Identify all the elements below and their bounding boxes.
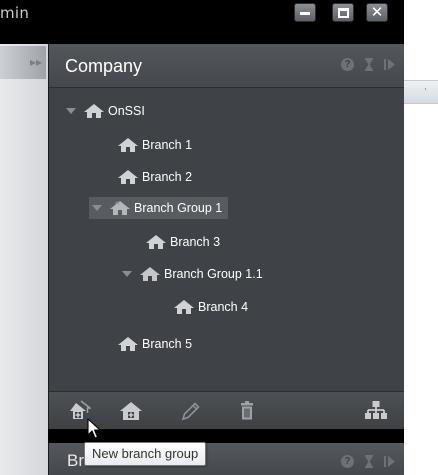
tree-node-branch-5[interactable]: Branch 5 bbox=[117, 333, 192, 355]
company-tree: OnSSI Branch 1 Branch 2 Branch Group 1 B… bbox=[49, 88, 404, 391]
tree-node-label: Branch 5 bbox=[142, 337, 193, 351]
branch-group-icon bbox=[140, 267, 160, 281]
collapse-arrow-icon[interactable] bbox=[121, 269, 133, 279]
tree-node-label: Branch 4 bbox=[198, 300, 249, 314]
minimize-icon bbox=[300, 12, 310, 15]
home-icon bbox=[118, 170, 138, 184]
maximize-button[interactable] bbox=[332, 3, 354, 22]
pin-icon[interactable] bbox=[384, 58, 396, 71]
collapse-arrow-icon[interactable] bbox=[91, 203, 103, 213]
background-panel-tab[interactable]: ▸▸ bbox=[0, 46, 46, 79]
tree-node-branch-1[interactable]: Branch 1 bbox=[117, 134, 192, 156]
tree-node-label: OnSSI bbox=[108, 104, 145, 118]
tree-node-label: Branch Group 1.1 bbox=[164, 267, 263, 281]
help-icon[interactable]: ? bbox=[341, 58, 354, 71]
expand-arrows-icon: ▸▸ bbox=[29, 55, 42, 69]
maximize-icon bbox=[338, 8, 349, 18]
panel-title: Company bbox=[65, 56, 143, 76]
background-app-right bbox=[404, 0, 438, 475]
hourglass-icon[interactable] bbox=[364, 455, 374, 468]
new-branch-icon[interactable] bbox=[119, 400, 143, 422]
collapse-arrow-icon[interactable] bbox=[65, 106, 77, 116]
tree-node-label: Branch 1 bbox=[142, 138, 193, 152]
tree-node-branch-group-1[interactable]: Branch Group 1 bbox=[89, 197, 229, 219]
home-icon bbox=[118, 337, 138, 351]
window-title: min bbox=[0, 4, 30, 22]
pin-icon[interactable] bbox=[384, 455, 396, 468]
close-icon: ✕ bbox=[370, 3, 384, 21]
tree-node-branch-2[interactable]: Branch 2 bbox=[117, 166, 192, 188]
trash-icon[interactable] bbox=[235, 400, 259, 422]
tree-node-branch-group-1-1[interactable]: Branch Group 1.1 bbox=[121, 263, 263, 285]
window-titlebar: min ✕ bbox=[0, 0, 404, 44]
tree-node-branch-4[interactable]: Branch 4 bbox=[173, 296, 248, 318]
minimize-button[interactable] bbox=[294, 3, 316, 22]
panel-toolbar bbox=[49, 391, 404, 429]
company-panel: Company ? OnSSI Branch 1 Branch 2 Branch… bbox=[48, 44, 404, 429]
tree-node-label: Branch 3 bbox=[170, 235, 221, 249]
hierarchy-icon[interactable] bbox=[364, 400, 388, 422]
tree-node-branch-3[interactable]: Branch 3 bbox=[145, 231, 220, 253]
panel-divider bbox=[48, 429, 404, 443]
tooltip: New branch group bbox=[84, 442, 207, 466]
home-icon bbox=[118, 138, 138, 152]
home-icon bbox=[146, 235, 166, 249]
background-ribbon: · bbox=[404, 80, 438, 104]
dot-mark: · bbox=[424, 85, 427, 95]
home-icon bbox=[84, 104, 104, 118]
panel-header: Company ? bbox=[49, 44, 404, 88]
help-icon[interactable]: ? bbox=[341, 455, 354, 468]
tree-node-label: Branch Group 1 bbox=[134, 201, 223, 215]
home-icon bbox=[174, 300, 194, 314]
tree-node-label: Branch 2 bbox=[142, 170, 193, 184]
tree-node-onssi[interactable]: OnSSI bbox=[65, 100, 145, 122]
pencil-icon[interactable] bbox=[179, 400, 203, 422]
branch-group-icon bbox=[110, 201, 130, 215]
close-button[interactable]: ✕ bbox=[366, 3, 388, 22]
hourglass-icon[interactable] bbox=[364, 58, 374, 71]
mouse-cursor-icon bbox=[87, 418, 101, 439]
